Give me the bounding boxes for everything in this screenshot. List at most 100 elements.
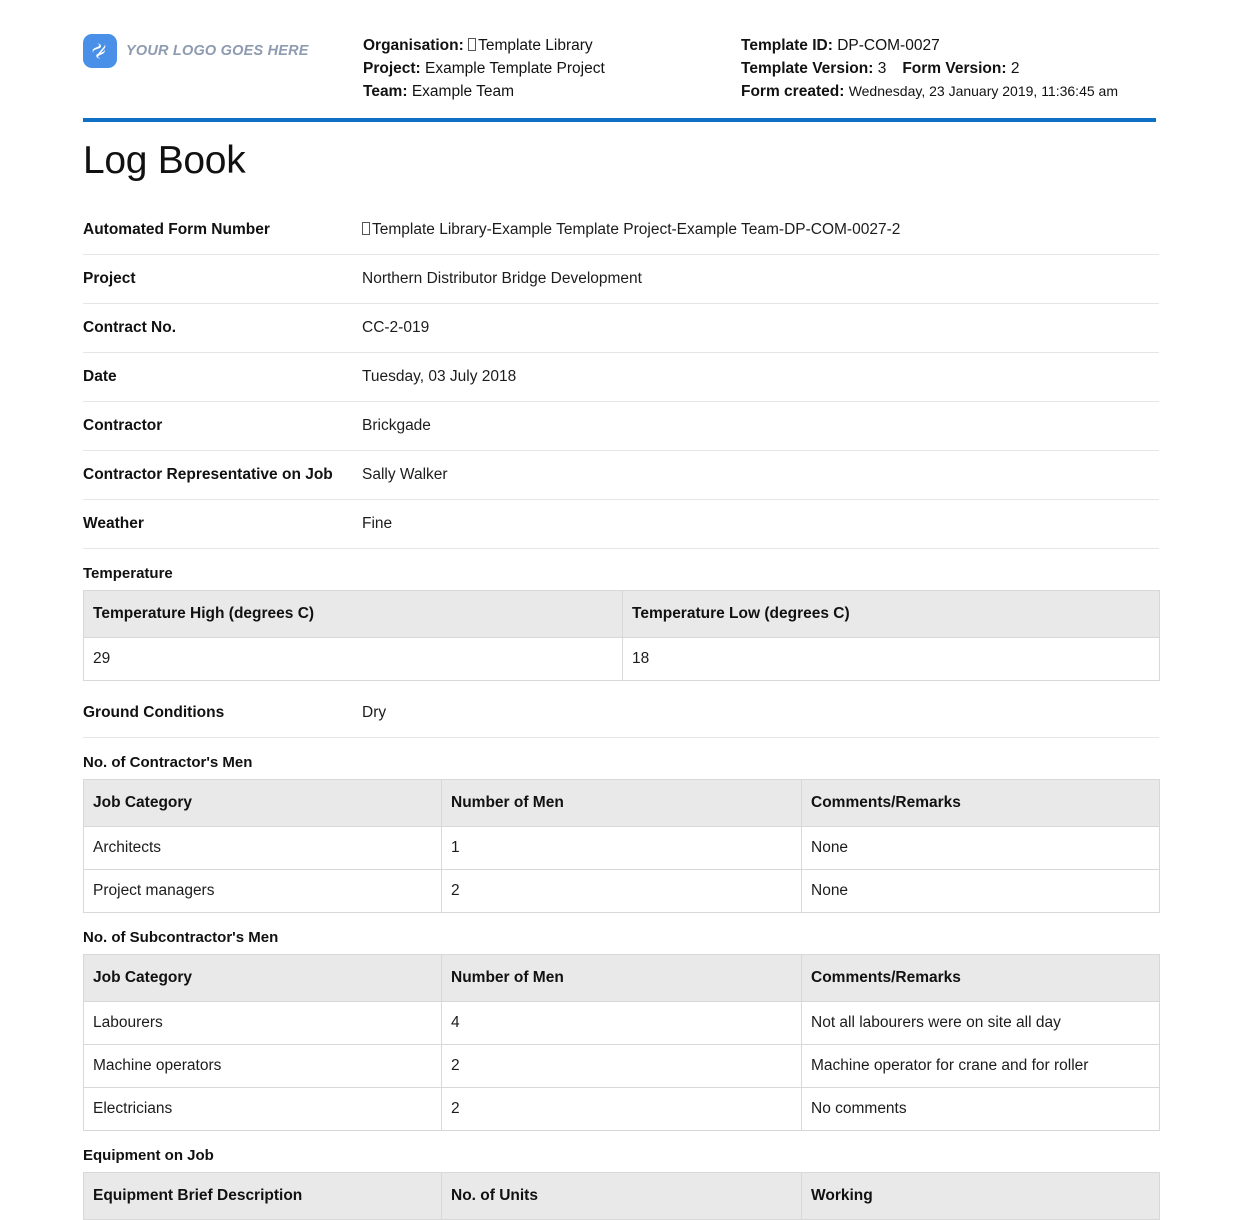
header-meta-left: Organisation: Template Library Project: … [363,24,741,103]
cell-number-of-men: 2 [441,869,802,913]
field-list: Automated Form Number Template Library-E… [83,206,1159,549]
project-value: Example Template Project [425,60,605,77]
project-label: Project: [363,60,421,77]
field-value: Dry [362,704,387,721]
field-row-contract-no: Contract No. CC-2-019 [83,304,1159,353]
team-line: Team: Example Team [363,80,741,103]
field-row-ground-conditions: Ground Conditions Dry [83,689,1159,738]
field-row-project: Project Northern Distributor Bridge Deve… [83,255,1159,304]
section-heading-contractor-men: No. of Contractor's Men [83,754,253,771]
form-version-label: Form Version: [902,60,1007,77]
field-label: Date [83,368,117,385]
field-label: Automated Form Number [83,221,270,238]
table-header-row: Job Category Number of Men Comments/Rema… [83,954,1160,1002]
column-header-temperature-low: Temperature Low (degrees C) [622,590,1160,638]
field-value-wrapper: Template Library-Example Template Projec… [362,218,1159,241]
column-header-no-of-units: No. of Units [441,1172,802,1220]
field-label: Contract No. [83,319,176,336]
field-value: Northern Distributor Bridge Development [362,270,642,287]
table-row: Architects 1 None [83,826,1160,870]
template-version-label: Template Version: [741,60,874,77]
field-value: Brickgade [362,417,431,434]
version-line: Template Version: 3 Form Version: 2 [741,57,1159,80]
field-value: Fine [362,515,393,532]
field-label: Contractor Representative on Job [83,466,333,483]
table-header-row: Temperature High (degrees C) Temperature… [83,590,1160,638]
temperature-table: Temperature High (degrees C) Temperature… [83,590,1160,681]
template-id-label: Template ID: [741,37,833,54]
project-line: Project: Example Template Project [363,57,741,80]
organisation-line: Organisation: Template Library [363,34,741,57]
form-created-line: Form created: Wednesday, 23 January 2019… [741,80,1159,103]
cell-temperature-high: 29 [83,637,623,681]
field-row-contractor: Contractor Brickgade [83,402,1159,451]
company-logo-icon [83,34,117,68]
template-id-line: Template ID: DP-COM-0027 [741,34,1159,57]
column-header-working: Working [801,1172,1160,1220]
column-header-comments-remarks: Comments/Remarks [801,954,1160,1002]
form-version-value: 2 [1010,60,1020,77]
field-value: Sally Walker [362,466,448,483]
cell-number-of-men: 1 [441,826,802,870]
cell-job-category: Machine operators [83,1044,442,1088]
form-created-label: Form created: [741,83,845,100]
document-page: YOUR LOGO GOES HERE Organisation: Templa… [0,0,1239,1220]
cell-job-category: Electricians [83,1087,442,1131]
column-header-temperature-high: Temperature High (degrees C) [83,590,623,638]
field-value: CC-2-019 [362,319,430,336]
organisation-label: Organisation: [363,37,464,54]
cell-comments: Not all labourers were on site all day [801,1001,1160,1045]
field-label: Weather [83,515,144,532]
cell-number-of-men: 2 [441,1087,802,1131]
header-meta-right: Template ID: DP-COM-0027 Template Versio… [741,24,1159,103]
table-row: Electricians 2 No comments [83,1087,1160,1131]
cell-comments: None [801,826,1160,870]
table-row: 29 18 [83,637,1160,681]
missing-glyph-icon [468,38,477,51]
cell-number-of-men: 2 [441,1044,802,1088]
cell-job-category: Labourers [83,1001,442,1045]
missing-glyph-icon [362,222,370,235]
section-heading-equipment: Equipment on Job [83,1147,214,1164]
field-row-contractor-representative: Contractor Representative on Job Sally W… [83,451,1159,500]
field-row-date: Date Tuesday, 03 July 2018 [83,353,1159,402]
cell-job-category: Architects [83,826,442,870]
column-header-comments-remarks: Comments/Remarks [801,779,1160,827]
field-label: Ground Conditions [83,704,225,721]
column-header-job-category: Job Category [83,779,442,827]
column-header-equipment-description: Equipment Brief Description [83,1172,442,1220]
template-version-value: 3 [877,60,887,77]
table-header-row: Equipment Brief Description No. of Units… [83,1172,1160,1220]
contractor-men-table: Job Category Number of Men Comments/Rema… [83,779,1160,913]
table-row: Project managers 2 None [83,869,1160,913]
cell-comments: None [801,869,1160,913]
field-row-automated-form-number: Automated Form Number Template Library-E… [83,206,1159,255]
section-heading-subcontractor-men: No. of Subcontractor's Men [83,929,279,946]
form-created-value: Wednesday, 23 January 2019, 11:36:45 am [848,83,1118,99]
field-list-ground: Ground Conditions Dry [83,689,1159,738]
table-row: Labourers 4 Not all labourers were on si… [83,1001,1160,1045]
field-label: Contractor [83,417,163,434]
section-heading-temperature: Temperature [83,565,173,582]
field-row-weather: Weather Fine [83,500,1159,549]
column-header-number-of-men: Number of Men [441,779,802,827]
cell-comments: Machine operator for crane and for rolle… [801,1044,1160,1088]
cell-job-category: Project managers [83,869,442,913]
logo-block: YOUR LOGO GOES HERE [83,24,363,68]
cell-number-of-men: 4 [441,1001,802,1045]
field-value: Template Library-Example Template Projec… [372,221,901,238]
column-header-number-of-men: Number of Men [441,954,802,1002]
cell-temperature-low: 18 [622,637,1160,681]
field-value: Tuesday, 03 July 2018 [362,368,517,385]
column-header-job-category: Job Category [83,954,442,1002]
header-accent-rule [83,118,1156,122]
subcontractor-men-table: Job Category Number of Men Comments/Rema… [83,954,1160,1131]
equipment-table: Equipment Brief Description No. of Units… [83,1172,1160,1220]
table-row: Machine operators 2 Machine operator for… [83,1044,1160,1088]
field-label: Project [83,270,136,287]
team-label: Team: [363,83,408,100]
document-header: YOUR LOGO GOES HERE Organisation: Templa… [0,0,1239,103]
logo-text: YOUR LOGO GOES HERE [126,43,309,59]
cell-comments: No comments [801,1087,1160,1131]
team-value: Example Team [411,83,515,100]
